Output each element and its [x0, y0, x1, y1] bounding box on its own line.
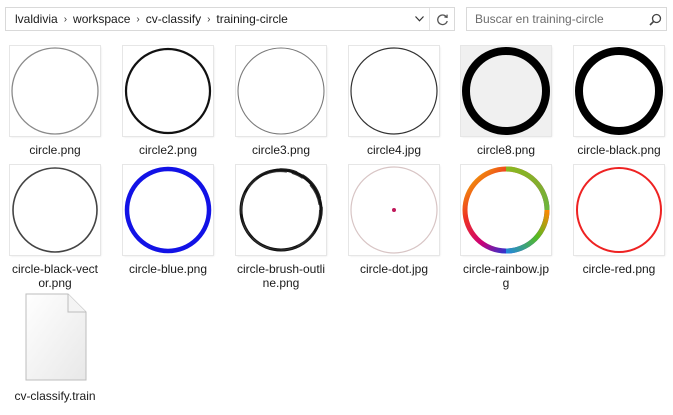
address-bar[interactable]: lvaldivia › workspace › cv-classify › tr… [5, 7, 455, 31]
file-name-label: circle8.png [476, 143, 536, 157]
search-box[interactable]: Buscar en training-circle [466, 7, 667, 31]
file-name-line: circle-black-vect [11, 262, 98, 276]
file-thumbnail [349, 165, 439, 255]
file-thumbnail [20, 292, 90, 382]
circle-icon [11, 47, 99, 135]
breadcrumb-item-lvaldivia[interactable]: lvaldivia [15, 12, 58, 26]
file-name-line: g [502, 276, 510, 290]
search-input[interactable]: Buscar en training-circle [467, 12, 644, 26]
file-name-label: cv-classify.train [14, 389, 96, 403]
file-name-label: circle4.jpg [366, 143, 422, 157]
file-item[interactable]: circle2.png [114, 46, 222, 157]
breadcrumb-separator-icon[interactable]: › [64, 14, 67, 25]
file-thumbnail [123, 165, 213, 255]
file-item[interactable]: circle-red.png [565, 165, 673, 276]
file-thumbnail [349, 46, 439, 136]
circle-icon [350, 47, 438, 135]
file-thumbnail [10, 46, 100, 136]
file-thumbnail [236, 46, 326, 136]
file-name-line: circle-brush-outli [236, 262, 326, 276]
file-item[interactable]: circle.png [1, 46, 109, 157]
breadcrumb-separator-icon[interactable]: › [136, 14, 139, 25]
chevron-down-icon[interactable] [409, 8, 429, 30]
refresh-icon[interactable] [429, 8, 454, 30]
file-item[interactable]: circle-rainbow.jp g [452, 165, 560, 290]
circle-icon [124, 47, 212, 135]
navigation-bar: lvaldivia › workspace › cv-classify › tr… [0, 0, 673, 38]
file-name-label: circle-blue.png [128, 262, 208, 276]
file-thumbnail [10, 165, 100, 255]
file-name-label: circle-black-vect or.png [1, 262, 109, 290]
document-icon [25, 293, 87, 381]
file-name-label: circle-rainbow.jp g [452, 262, 560, 290]
circle-icon [462, 166, 550, 254]
file-thumbnail [574, 165, 664, 255]
file-name-label: circle-black.png [577, 143, 661, 157]
file-name-line: circle-rainbow.jp [462, 262, 550, 276]
file-item[interactable]: circle-black.png [565, 46, 673, 157]
breadcrumb-item-training-circle[interactable]: training-circle [216, 12, 287, 26]
file-item[interactable]: circle4.jpg [340, 46, 448, 157]
circle-icon [239, 168, 323, 252]
file-item[interactable]: circle8.png [452, 46, 560, 157]
file-name-line: or.png [38, 276, 72, 290]
file-thumbnail [574, 46, 664, 136]
file-name-label: circle.png [29, 143, 81, 157]
file-item[interactable]: circle-brush-outli ne.png [227, 165, 335, 290]
file-item[interactable]: circle-dot.jpg [340, 165, 448, 276]
circle-icon [350, 166, 438, 254]
file-name-label: circle2.png [138, 143, 198, 157]
circle-icon [575, 47, 663, 135]
file-thumbnail [236, 165, 326, 255]
breadcrumb-item-workspace[interactable]: workspace [73, 12, 130, 26]
circle-icon [461, 46, 551, 136]
circle-icon [237, 47, 325, 135]
file-item[interactable]: circle-black-vect or.png [1, 165, 109, 290]
breadcrumb-item-cv-classify[interactable]: cv-classify [146, 12, 201, 26]
file-name-line: ne.png [262, 276, 300, 290]
file-thumbnail [461, 46, 551, 136]
file-name-label: circle-brush-outli ne.png [227, 262, 335, 290]
circle-icon [124, 166, 212, 254]
breadcrumb: lvaldivia › workspace › cv-classify › tr… [6, 12, 409, 26]
file-item[interactable]: cv-classify.train [1, 292, 109, 403]
file-thumbnail [461, 165, 551, 255]
circle-icon [12, 167, 98, 253]
circle-icon [576, 167, 662, 253]
file-thumbnail [123, 46, 213, 136]
search-icon[interactable] [644, 13, 666, 26]
file-item[interactable]: circle3.png [227, 46, 335, 157]
file-name-label: circle3.png [251, 143, 311, 157]
breadcrumb-separator-icon[interactable]: › [207, 14, 210, 25]
file-name-label: circle-red.png [582, 262, 656, 276]
file-item[interactable]: circle-blue.png [114, 165, 222, 276]
file-name-label: circle-dot.jpg [359, 262, 429, 276]
